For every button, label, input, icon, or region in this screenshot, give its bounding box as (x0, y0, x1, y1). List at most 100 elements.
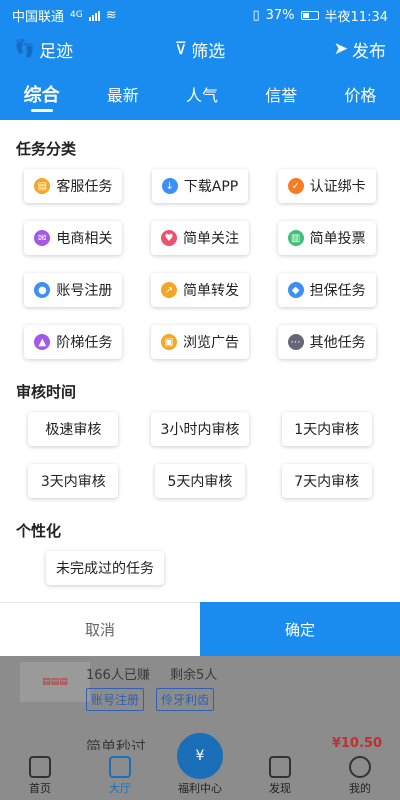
personal-options: 未完成过的任务 (16, 551, 384, 585)
tab-popularity[interactable]: 人气 (180, 68, 224, 120)
nav-hall[interactable]: 大厅 (90, 756, 150, 796)
filter-actions: 取消 确定 (0, 602, 400, 656)
filter-icon: ⊽ (174, 39, 188, 59)
filter-label: 筛选 (191, 41, 226, 62)
chip-label: 担保任务 (309, 283, 366, 299)
profile-icon (349, 756, 371, 778)
heart-icon: ♥ (160, 230, 177, 246)
category-chip[interactable]: ↗ 简单转发 (150, 273, 249, 307)
review-time-chip[interactable]: 7天内审核 (281, 464, 372, 498)
review-time-chip[interactable]: 3天内审核 (28, 464, 119, 498)
category-chip[interactable]: ▣ 浏览广告 (150, 325, 249, 359)
chip-label: 简单关注 (182, 231, 239, 247)
tab-overall[interactable]: 综合 (18, 68, 66, 120)
category-chip[interactable]: ⋯ 其他任务 (277, 325, 376, 359)
category-grid: ▤ 客服任务 ↓ 下载APP ✓ 认证绑卡 ✉ 电商相关 ♥ 简单关注 ▥ 简单投票 ● 账号… (16, 169, 384, 359)
category-chip[interactable]: ▥ 简单投票 (277, 221, 376, 255)
task-price: ¥10.50 (331, 736, 382, 751)
task-thumbnail: ▤▤▤ (20, 662, 90, 702)
chip-label: 浏览广告 (182, 335, 239, 351)
footprint-icon: 👣 (14, 39, 36, 59)
vibrate-icon: ▯ (252, 7, 260, 23)
status-bar: 中国联通 4G ≋ ▯ 37% 半夜11:34 (0, 0, 400, 30)
signal-icon (88, 9, 100, 21)
review-time-chip[interactable]: 极速审核 (28, 412, 119, 446)
nav-home[interactable]: 首页 (10, 756, 70, 796)
clock: 半夜11:34 (324, 9, 388, 25)
nav-label: 福利中心 (178, 782, 222, 795)
check-icon: ✓ (287, 178, 304, 194)
gift-icon (269, 756, 291, 778)
review-time-chip[interactable]: 5天内审核 (154, 464, 245, 498)
send-icon: ➤ (333, 39, 348, 59)
tab-label: 人气 (185, 86, 218, 105)
footprint-button[interactable]: 👣 足迹 (14, 37, 73, 62)
ad-icon: ▣ (160, 334, 177, 350)
top-header: 👣 足迹 ⊽ 筛选 ➤ 发布 (0, 30, 400, 68)
tab-label: 价格 (344, 86, 377, 105)
network-type: 4G (70, 10, 83, 20)
remaining-count: 剩余5人 (170, 668, 218, 683)
tab-label: 最新 (106, 86, 139, 105)
category-chip[interactable]: ♥ 简单关注 (150, 221, 249, 255)
publish-button[interactable]: ➤ 发布 (334, 37, 386, 62)
cancel-button[interactable]: 取消 (0, 602, 200, 656)
time-section-title: 审核时间 (16, 383, 77, 401)
task-tag: 伶牙利齿 (156, 688, 215, 711)
chip-label: 客服任务 (56, 179, 113, 195)
sort-tabs: 综合 最新 人气 信誉 价格 (0, 68, 400, 120)
chip-label: 电商相关 (56, 231, 113, 247)
hall-icon (109, 756, 131, 778)
more-icon: ⋯ (287, 334, 304, 350)
nav-profile[interactable]: 我的 (330, 756, 390, 796)
filter-button[interactable]: ⊽ 筛选 (175, 37, 225, 62)
user-icon: ● (34, 282, 51, 298)
tab-newest[interactable]: 最新 (101, 68, 145, 120)
category-chip[interactable]: ● 账号注册 (24, 273, 123, 307)
task-tag: 账号注册 (86, 688, 145, 711)
category-chip[interactable]: ↓ 下载APP (151, 169, 249, 203)
category-section-title: 任务分类 (16, 140, 77, 158)
battery-icon (300, 10, 319, 20)
personal-section-title: 个性化 (16, 522, 62, 540)
nav-label: 我的 (349, 782, 371, 795)
category-chip[interactable]: ▲ 阶梯任务 (24, 325, 123, 359)
ladder-icon: ▲ (34, 334, 51, 350)
nav-label: 发现 (269, 782, 291, 795)
mail-icon: ✉ (34, 230, 51, 246)
tab-label: 综合 (23, 85, 60, 106)
money-bag-icon[interactable]: ¥ (174, 730, 226, 782)
category-chip[interactable]: ◆ 担保任务 (277, 273, 376, 307)
category-chip[interactable]: ▤ 客服任务 (24, 169, 123, 203)
review-time-chip[interactable]: 3小时内审核 (150, 412, 250, 446)
doc-icon: ▤ (34, 178, 51, 194)
nav-label: 大厅 (109, 782, 131, 795)
chip-label: 简单投票 (309, 231, 366, 247)
battery-percent: 37% (265, 7, 295, 23)
nav-label: 首页 (29, 782, 51, 795)
chip-label: 简单转发 (182, 283, 239, 299)
home-icon (29, 756, 51, 778)
wifi-icon: ≋ (105, 7, 117, 23)
publish-label: 发布 (352, 41, 386, 62)
tab-reputation[interactable]: 信誉 (259, 68, 303, 120)
download-icon: ↓ (161, 178, 178, 194)
review-time-grid: 极速审核 3小时内审核 1天内审核 3天内审核 5天内审核 7天内审核 (16, 412, 384, 498)
chart-icon: ▥ (287, 230, 304, 246)
chip-label: 其他任务 (309, 335, 366, 351)
chip-label: 阶梯任务 (56, 335, 113, 351)
tab-label: 信誉 (265, 86, 298, 105)
footprint-label: 足迹 (39, 41, 74, 62)
share-icon: ↗ (160, 282, 177, 298)
chip-label: 认证绑卡 (309, 179, 366, 195)
tab-price[interactable]: 价格 (338, 68, 382, 120)
carrier-label: 中国联通 (12, 9, 65, 25)
chip-label: 账号注册 (56, 283, 113, 299)
category-chip[interactable]: ✓ 认证绑卡 (277, 169, 376, 203)
confirm-button[interactable]: 确定 (200, 602, 400, 656)
nav-discover[interactable]: 发现 (250, 756, 310, 796)
uncompleted-task-chip[interactable]: 未完成过的任务 (46, 551, 164, 585)
review-time-chip[interactable]: 1天内审核 (281, 412, 372, 446)
category-chip[interactable]: ✉ 电商相关 (24, 221, 123, 255)
shield-icon: ◆ (287, 282, 304, 298)
